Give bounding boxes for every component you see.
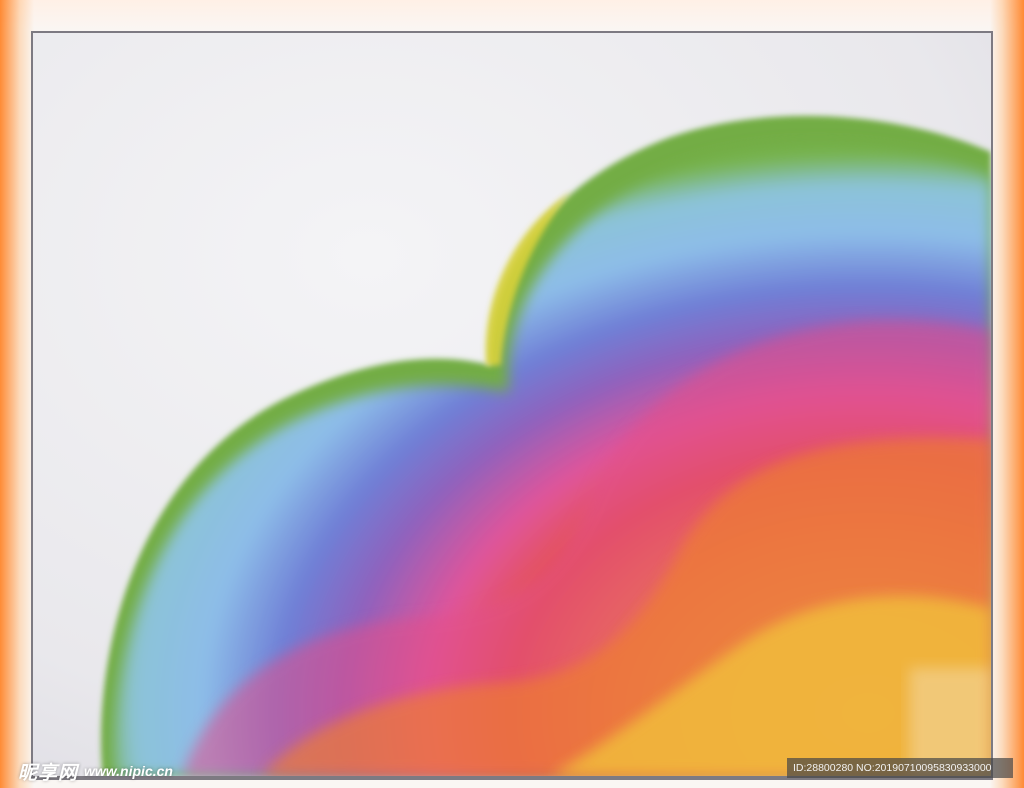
image-id-label: ID:28800280 NO:20190710095830933000 — [787, 758, 1013, 778]
rainbow-cloud-image — [33, 33, 991, 776]
watermark-site-name: 昵享网 — [18, 761, 79, 784]
watermark-logo: 昵享网 www.nipic.cn — [18, 758, 173, 784]
watermark-site-url: www.nipic.cn — [84, 763, 173, 779]
photo-frame — [31, 31, 993, 780]
page: 昵享网 www.nipic.cn ID:28800280 NO:20190710… — [0, 0, 1024, 788]
